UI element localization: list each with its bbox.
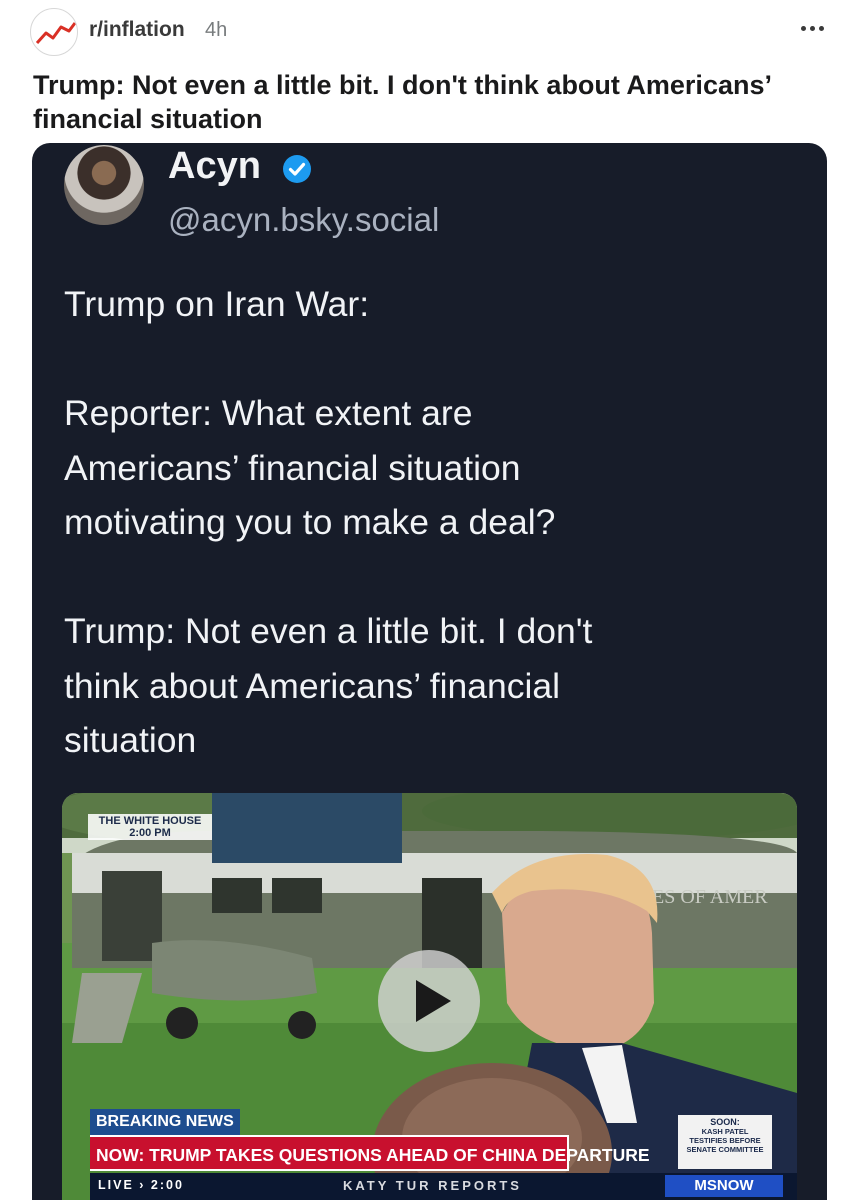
post-text-line: Trump on Iran War: xyxy=(64,284,370,324)
coming-up-line: TESTIFIES BEFORE xyxy=(689,1136,761,1145)
more-options-button[interactable] xyxy=(795,14,829,42)
post-text-line: Reporter: What extent are xyxy=(64,393,473,433)
location-bug: THE WHITE HOUSE 2:00 PM xyxy=(88,814,212,840)
post-age: 4h xyxy=(205,19,228,41)
trend-chart-icon xyxy=(35,22,77,45)
post-text-line: motivating you to make a deal? xyxy=(64,502,556,542)
author-avatar[interactable] xyxy=(64,145,144,225)
breaking-news-label: BREAKING NEWS xyxy=(90,1109,240,1135)
verified-check-icon xyxy=(283,155,311,183)
location-label: THE WHITE HOUSE xyxy=(98,815,202,827)
coming-up-line: SENATE COMMITTEE xyxy=(686,1145,764,1154)
author-handle[interactable]: @acyn.bsky.social xyxy=(168,201,439,239)
post-text-line: Americans’ financial situation xyxy=(64,447,521,488)
dot-icon xyxy=(818,25,824,31)
helicopter-lettering: ES OF AMER xyxy=(652,886,768,908)
location-time: 2:00 PM xyxy=(129,827,171,839)
live-indicator: LIVE › 2:00 xyxy=(98,1178,184,1192)
play-icon xyxy=(416,980,451,1022)
play-button[interactable] xyxy=(378,950,480,1052)
embedded-post-card[interactable]: Acyn @acyn.bsky.social Trump on Iran War… xyxy=(32,143,827,1200)
video-player[interactable]: ES OF AMER THE WHITE HOUSE 2:00 PM BREAK… xyxy=(62,793,797,1200)
news-headline: NOW: TRUMP TAKES QUESTIONS AHEAD OF CHIN… xyxy=(90,1135,650,1171)
post-header: r/inflation 4h xyxy=(0,0,859,60)
coming-up-line: KASH PATEL xyxy=(701,1127,749,1136)
author-display-name[interactable]: Acyn xyxy=(168,145,261,188)
subreddit-avatar[interactable] xyxy=(30,8,78,56)
network-logo: MSNOW xyxy=(665,1175,783,1197)
dot-icon xyxy=(809,25,815,31)
dot-icon xyxy=(800,25,806,31)
coming-up-label: SOON: xyxy=(710,1117,740,1127)
post-title[interactable]: Trump: Not even a little bit. I don't th… xyxy=(33,68,833,136)
news-ticker: LIVE › 2:00 KATY TUR REPORTS MSNOW xyxy=(90,1173,797,1200)
embedded-post-text: Trump on Iran War: Reporter: What extent… xyxy=(64,277,804,768)
post-text-line: Trump: Not even a little bit. I don't xyxy=(64,611,593,651)
coming-up-box: SOON: KASH PATEL TESTIFIES BEFORE SENATE… xyxy=(678,1115,772,1169)
subreddit-name[interactable]: r/inflation xyxy=(89,18,185,42)
post-text-line: situation xyxy=(64,720,197,760)
post-text-line: think about Americans’ financial xyxy=(64,665,560,706)
show-name: KATY TUR REPORTS xyxy=(343,1178,522,1193)
